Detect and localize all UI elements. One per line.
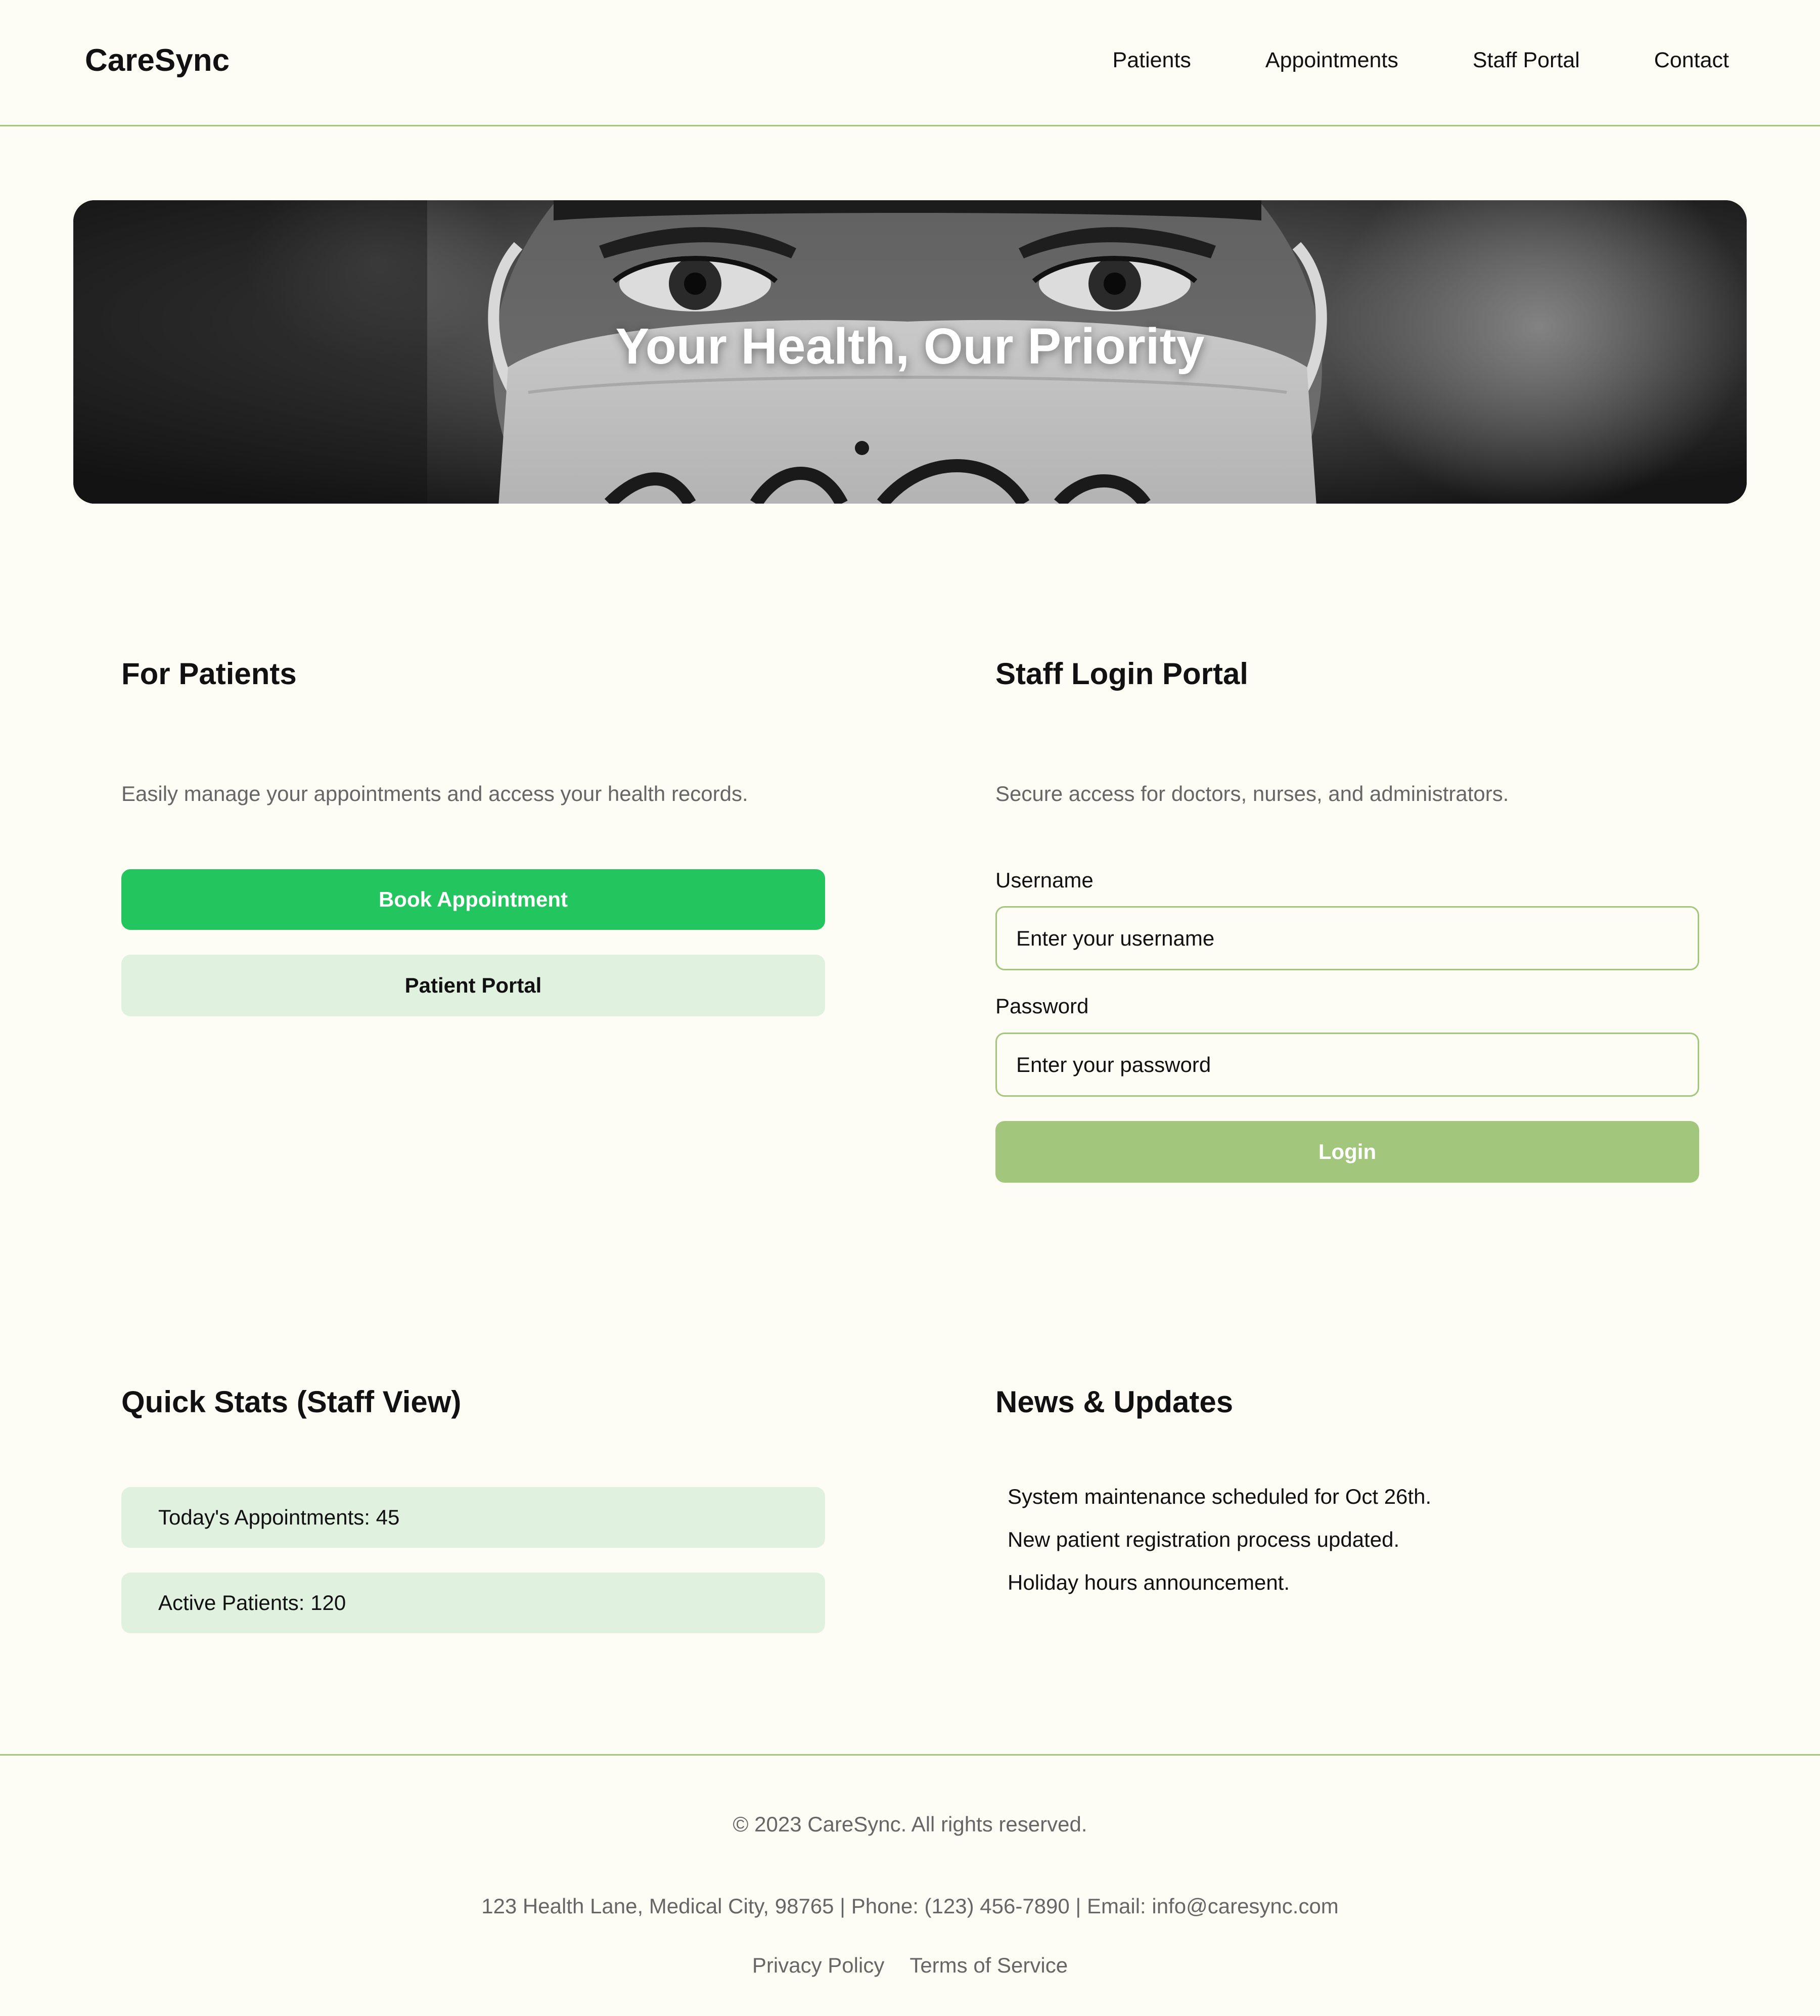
- main-nav: Patients Appointments Staff Portal Conta…: [1113, 48, 1729, 73]
- nav-patients[interactable]: Patients: [1113, 48, 1191, 73]
- login-button[interactable]: Login: [995, 1121, 1699, 1183]
- username-label: Username: [995, 868, 1094, 892]
- news-item: New patient registration process updated…: [1008, 1528, 1400, 1551]
- terms-of-service-link[interactable]: Terms of Service: [909, 1953, 1068, 1978]
- news-item: Holiday hours announcement.: [1008, 1571, 1290, 1594]
- nav-appointments[interactable]: Appointments: [1265, 48, 1398, 73]
- logo[interactable]: CareSync: [85, 42, 230, 78]
- hero-title: Your Health, Our Priority: [615, 318, 1205, 375]
- news-section-title: News & Updates: [995, 1385, 1234, 1419]
- password-input[interactable]: [995, 1033, 1699, 1097]
- footer-links: Privacy Policy Terms of Service: [0, 1953, 1820, 1978]
- stat-active-patients: Active Patients: 120: [121, 1573, 825, 1633]
- stat-todays-appointments: Today's Appointments: 45: [121, 1487, 825, 1548]
- patient-portal-button[interactable]: Patient Portal: [121, 955, 825, 1016]
- privacy-policy-link[interactable]: Privacy Policy: [752, 1953, 884, 1978]
- news-item: System maintenance scheduled for Oct 26t…: [1008, 1485, 1432, 1508]
- staff-login-description: Secure access for doctors, nurses, and a…: [995, 782, 1509, 805]
- stats-section-title: Quick Stats (Staff View): [121, 1385, 462, 1419]
- patients-section-title: For Patients: [121, 657, 297, 691]
- patients-description: Easily manage your appointments and acce…: [121, 782, 748, 805]
- book-appointment-button[interactable]: Book Appointment: [121, 869, 825, 930]
- footer-copyright: © 2023 CareSync. All rights reserved.: [733, 1812, 1087, 1836]
- nav-staff-portal[interactable]: Staff Portal: [1473, 48, 1580, 73]
- password-label: Password: [995, 994, 1089, 1018]
- news-list: System maintenance scheduled for Oct 26t…: [1008, 1483, 1431, 1611]
- footer-contact: 123 Health Lane, Medical City, 98765 | P…: [481, 1894, 1339, 1918]
- username-input[interactable]: [995, 906, 1699, 970]
- site-header: CareSync Patients Appointments Staff Por…: [0, 0, 1820, 126]
- staff-login-title: Staff Login Portal: [995, 657, 1248, 691]
- site-footer: © 2023 CareSync. All rights reserved. 12…: [0, 1754, 1820, 2016]
- nav-contact[interactable]: Contact: [1654, 48, 1729, 73]
- hero-banner: Your Health, Our Priority: [73, 200, 1747, 504]
